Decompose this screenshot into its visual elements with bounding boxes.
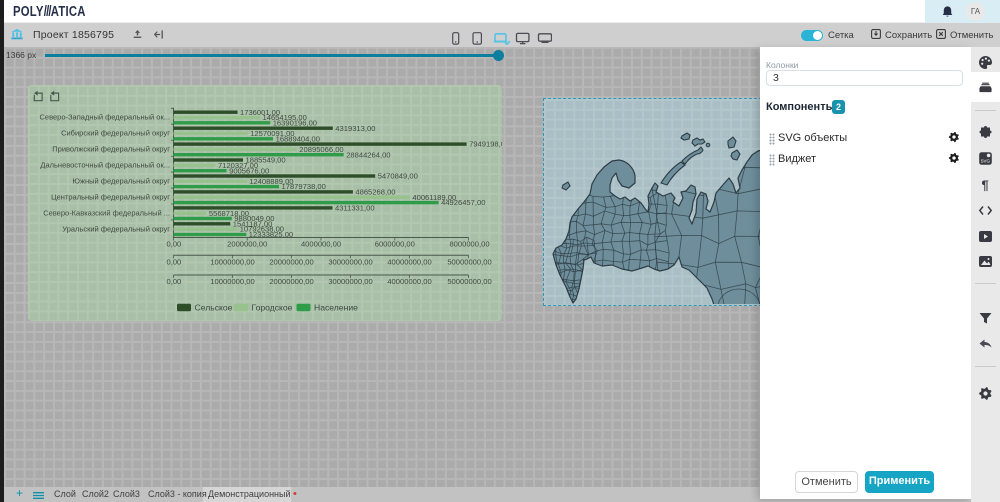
svg-text:4311331,00: 4311331,00	[335, 204, 375, 213]
svg-text:Сельское: Сельское	[194, 303, 232, 313]
svg-text:Дальневосточный федеральный ок: Дальневосточный федеральный ок...	[40, 161, 170, 170]
svg-text:30000000,00: 30000000,00	[328, 277, 372, 286]
svg-text:50000000,00: 50000000,00	[447, 277, 491, 286]
svg-text:20895066,00: 20895066,00	[299, 145, 343, 154]
svg-text:7949198,00: 7949198,00	[469, 140, 502, 149]
svg-text:10000000,00: 10000000,00	[210, 258, 254, 267]
svg-text:8000000,00: 8000000,00	[449, 240, 489, 249]
svg-text:40000000,00: 40000000,00	[387, 277, 431, 286]
svg-text:10000000,00: 10000000,00	[210, 277, 254, 286]
svg-text:4865268,00: 4865268,00	[355, 188, 395, 197]
svg-text:28844264,00: 28844264,00	[346, 150, 390, 159]
svg-text:5470849,00: 5470849,00	[377, 172, 417, 181]
svg-text:Городское: Городское	[251, 303, 292, 313]
svg-text:Население: Население	[314, 303, 358, 313]
svg-text:0,00: 0,00	[166, 240, 181, 249]
svg-text:Северо-Западный федеральный ок: Северо-Западный федеральный ок...	[39, 113, 169, 122]
svg-text:44926457,00: 44926457,00	[441, 198, 485, 207]
svg-text:2000000,00: 2000000,00	[227, 240, 267, 249]
svg-text:0,00: 0,00	[166, 258, 181, 267]
svg-text:6000000,00: 6000000,00	[374, 240, 414, 249]
svg-text:50000000,00: 50000000,00	[447, 258, 491, 267]
svg-text:SVG: SVG	[981, 159, 991, 164]
svg-text:¶: ¶	[982, 178, 989, 193]
svg-text:16390196,00: 16390196,00	[272, 118, 316, 127]
svg-text:17879738,00: 17879738,00	[281, 182, 325, 191]
svg-text:20000000,00: 20000000,00	[269, 258, 313, 267]
svg-text:30000000,00: 30000000,00	[328, 258, 372, 267]
svg-text:20000000,00: 20000000,00	[269, 277, 313, 286]
svg-text:Сибирский федеральный округ: Сибирский федеральный округ	[61, 129, 170, 138]
svg-text:4319313,00: 4319313,00	[335, 124, 375, 133]
svg-text:Центральный федеральный округ: Центральный федеральный округ	[51, 193, 170, 202]
svg-text:Южный федеральный округ: Южный федеральный округ	[72, 177, 170, 186]
svg-text:0,00: 0,00	[166, 277, 181, 286]
svg-text:9005676,00: 9005676,00	[229, 166, 269, 175]
svg-text:16889404,00: 16889404,00	[275, 134, 319, 143]
svg-text:40000000,00: 40000000,00	[387, 258, 431, 267]
svg-text:Северо-Кавказский федеральный: Северо-Кавказский федеральный ...	[43, 208, 170, 217]
svg-text:Уральский федеральный округ: Уральский федеральный округ	[62, 224, 170, 233]
svg-text:4000000,00: 4000000,00	[300, 240, 340, 249]
svg-text:Приволжский федеральный округ: Приволжский федеральный округ	[52, 145, 170, 154]
